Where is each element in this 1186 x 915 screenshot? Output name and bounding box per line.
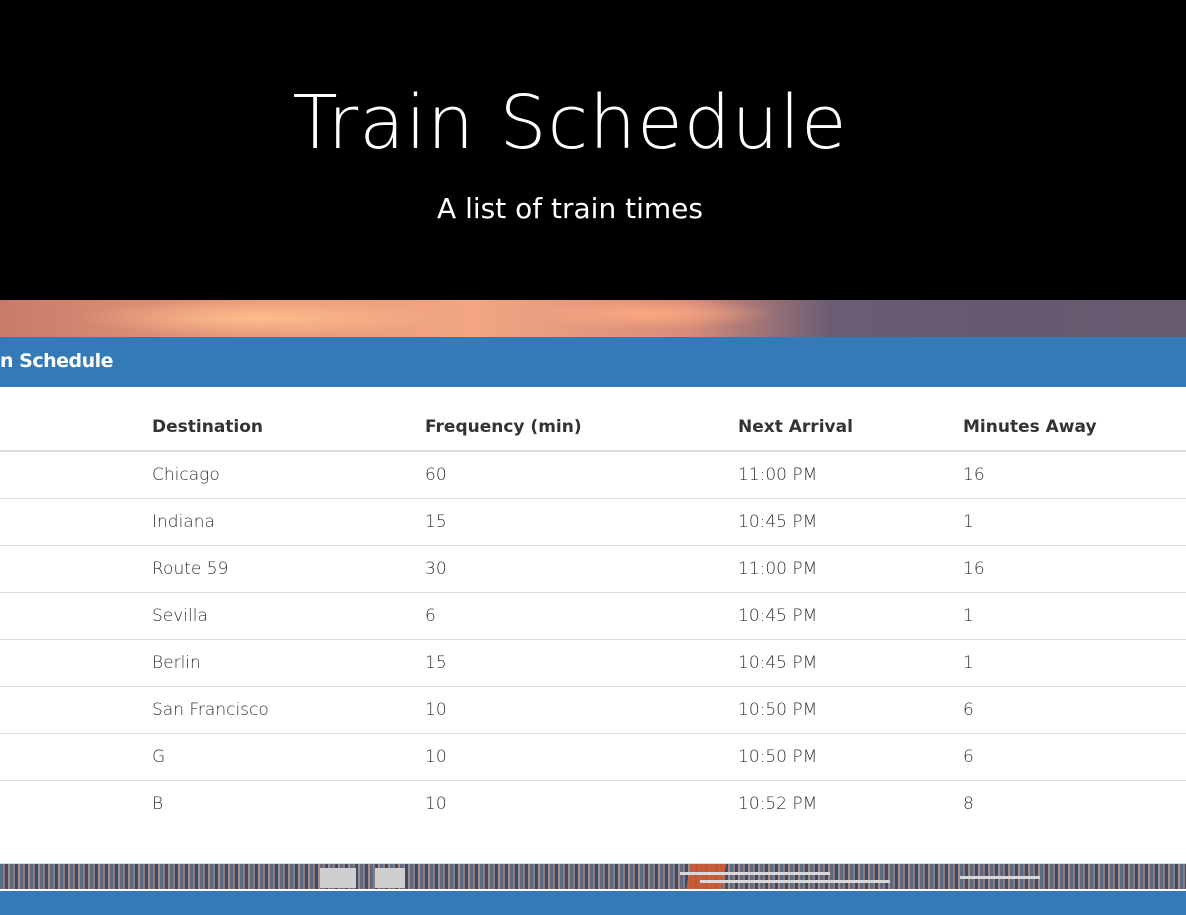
cell-destination: Route 59 — [152, 545, 425, 593]
cell-train-name: c — [0, 451, 152, 499]
cell-frequency: 15 — [425, 639, 738, 687]
cell-frequency: 60 — [425, 451, 738, 499]
cell-minutes-away: 1 — [963, 592, 1186, 640]
cell-train-name — [0, 686, 152, 734]
cell-destination: B — [152, 794, 164, 814]
cell-minutes-away: 1 — [963, 498, 1186, 546]
cell-train-name — [0, 733, 152, 781]
railroad-tracks-background — [0, 863, 1186, 890]
rail-track — [960, 876, 1040, 879]
schedule-table: Destination Frequency (min) Next Arrival… — [0, 403, 1186, 827]
column-header-destination: Destination — [152, 403, 425, 452]
rail-tie — [320, 868, 356, 888]
table-row: Route 59 30 11:00 PM 16 — [0, 545, 1186, 593]
cell-destination: Chicago — [152, 451, 425, 499]
table-row: Berlin 15 10:45 PM 1 — [0, 639, 1186, 687]
cell-minutes-away: 8 — [963, 794, 974, 814]
cell-next-arrival: 10:50 PM — [738, 733, 963, 781]
cell-minutes-away: 16 — [963, 545, 1186, 593]
cell-destination: Sevilla — [152, 592, 425, 640]
cell-next-arrival: 10:50 PM — [738, 686, 963, 734]
column-header-minutes-away: Minutes Away — [963, 403, 1186, 452]
cell-minutes-away: 16 — [963, 451, 1186, 499]
column-header-train-name — [0, 403, 152, 452]
cell-train-name — [0, 498, 152, 546]
schedule-panel-body: Destination Frequency (min) Next Arrival… — [0, 387, 1186, 863]
cell-frequency: 15 — [425, 498, 738, 546]
table-row: B 10 10:52 PM 8 — [0, 781, 1186, 828]
panel-title: n Schedule — [0, 350, 114, 372]
table-row: Sevilla 6 10:45 PM 1 — [0, 592, 1186, 640]
cell-destination: San Francisco — [152, 686, 425, 734]
header-jumbotron: Train Schedule A list of train times — [0, 0, 1186, 300]
cell-next-arrival: 11:00 PM — [738, 451, 963, 499]
rail-tie — [375, 868, 405, 888]
cell-next-arrival: 10:45 PM — [738, 639, 963, 687]
cell-frequency: 6 — [425, 592, 738, 640]
sunset-sky-background — [0, 300, 1186, 337]
cell-minutes-away: 1 — [963, 639, 1186, 687]
cell-next-arrival: 10:45 PM — [738, 498, 963, 546]
table-header-row: Destination Frequency (min) Next Arrival… — [0, 403, 1186, 452]
cell-next-arrival: 10:45 PM — [738, 592, 963, 640]
table-row: San Francisco 10 10:50 PM 6 — [0, 686, 1186, 734]
cell-minutes-away: 6 — [963, 733, 1186, 781]
cell-frequency: 10 — [425, 686, 738, 734]
table-row: Indiana 15 10:45 PM 1 — [0, 498, 1186, 546]
cell-frequency: 10 — [425, 794, 447, 814]
page-subtitle: A list of train times — [437, 192, 703, 225]
table-row: G 10 10:50 PM 6 — [0, 733, 1186, 781]
cell-destination: G — [152, 733, 425, 781]
cell-destination: Berlin — [152, 639, 425, 687]
table-row: cChicago6011:00 PM16 — [0, 451, 1186, 499]
cell-frequency: 30 — [425, 545, 738, 593]
rail-track — [700, 880, 890, 883]
cell-train-name — [0, 592, 152, 640]
cell-frequency: 10 — [425, 733, 738, 781]
cell-train-name — [0, 781, 152, 828]
footer-bar — [0, 889, 1186, 915]
cell-destination: Indiana — [152, 498, 425, 546]
rail-track — [680, 872, 830, 875]
cell-next-arrival: 10:52 PM — [738, 794, 818, 814]
cell-train-name — [0, 639, 152, 687]
cell-minutes-away: 6 — [963, 686, 1186, 734]
column-header-frequency: Frequency (min) — [425, 403, 738, 452]
page-title: Train Schedule — [292, 80, 848, 166]
cell-train-name — [0, 545, 152, 593]
column-header-next-arrival: Next Arrival — [738, 403, 963, 452]
cell-next-arrival: 11:00 PM — [738, 545, 963, 593]
schedule-panel-heading: n Schedule — [0, 337, 1186, 387]
